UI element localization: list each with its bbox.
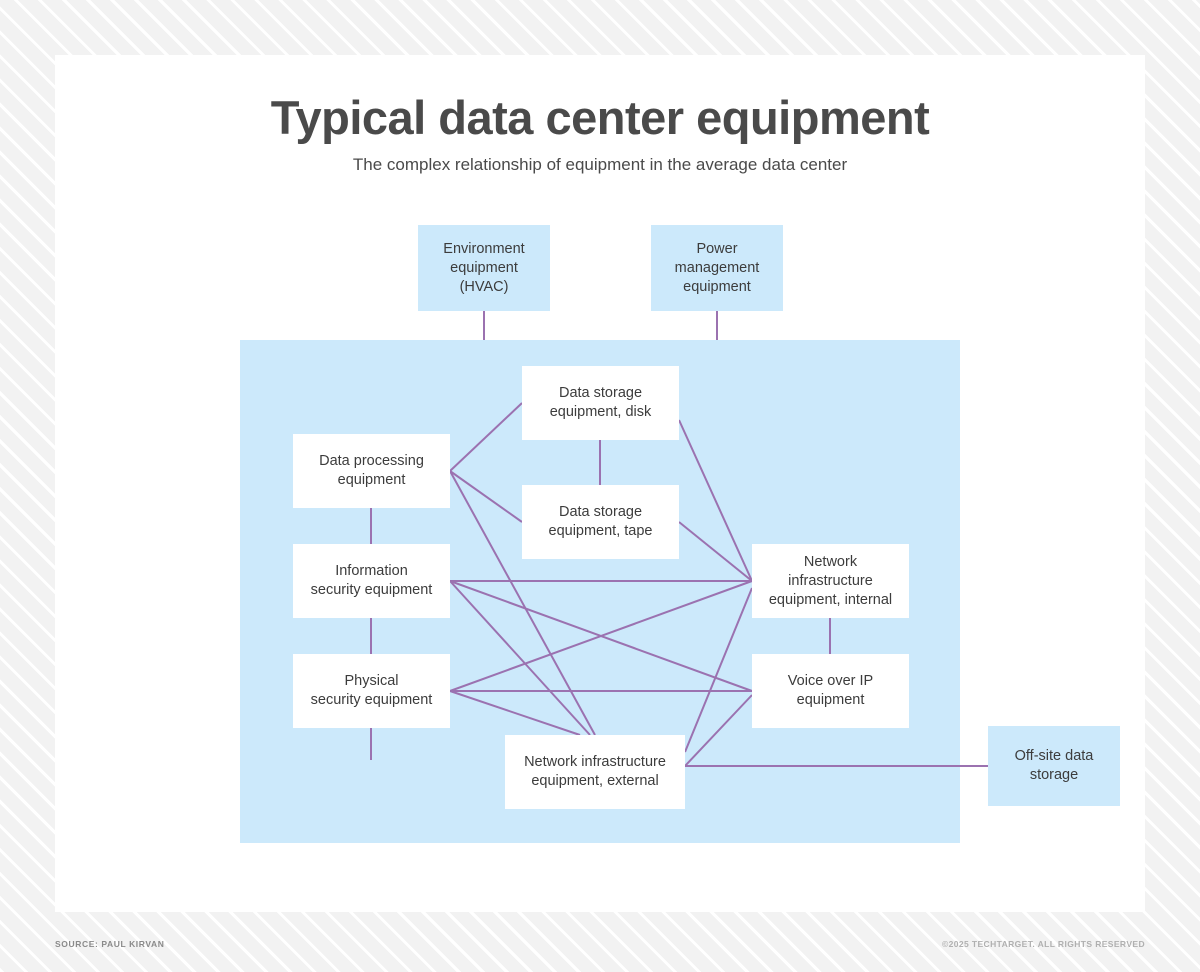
diagram-canvas: Environment equipment (HVAC) Power manage…	[0, 0, 1200, 972]
node-label-data-processing: Data processing equipment	[319, 453, 424, 488]
node-data-processing[interactable]: Data processing equipment	[293, 434, 450, 508]
node-physical-security[interactable]: Physical security equipment	[293, 654, 450, 728]
node-network-internal[interactable]: Network infrastructure equipment, intern…	[752, 544, 909, 618]
node-label-hvac: Environment equipment (HVAC)	[443, 240, 525, 295]
node-label-storage-tape: Data storage equipment, tape	[548, 504, 653, 539]
node-label-storage-disk: Data storage equipment, disk	[549, 385, 652, 420]
node-info-security[interactable]: Information security equipment	[293, 544, 450, 618]
node-label-offsite-storage: Off-site data storage	[1014, 748, 1094, 783]
node-label-power: Power management equipment	[674, 240, 760, 295]
node-label-voip: Voice over IP equipment	[787, 673, 874, 708]
node-hvac[interactable]: Environment equipment (HVAC)	[418, 225, 550, 311]
node-label-info-security: Information security equipment	[310, 563, 433, 598]
footer-source: SOURCE: PAUL KIRVAN	[55, 939, 165, 949]
node-storage-tape[interactable]: Data storage equipment, tape	[522, 485, 679, 559]
node-storage-disk[interactable]: Data storage equipment, disk	[522, 366, 679, 440]
node-label-network-external: Network infrastructure equipment, extern…	[524, 754, 666, 789]
node-label-physical-security: Physical security equipment	[310, 673, 433, 708]
footer-copyright: ©2025 TECHTARGET. ALL RIGHTS RESERVED	[941, 939, 1145, 949]
node-network-external[interactable]: Network infrastructure equipment, extern…	[505, 735, 685, 809]
node-voip[interactable]: Voice over IP equipment	[752, 654, 909, 728]
node-power[interactable]: Power management equipment	[651, 225, 783, 311]
node-label-network-internal: Network infrastructure equipment, intern…	[768, 553, 893, 608]
node-offsite-storage[interactable]: Off-site data storage	[988, 726, 1120, 806]
